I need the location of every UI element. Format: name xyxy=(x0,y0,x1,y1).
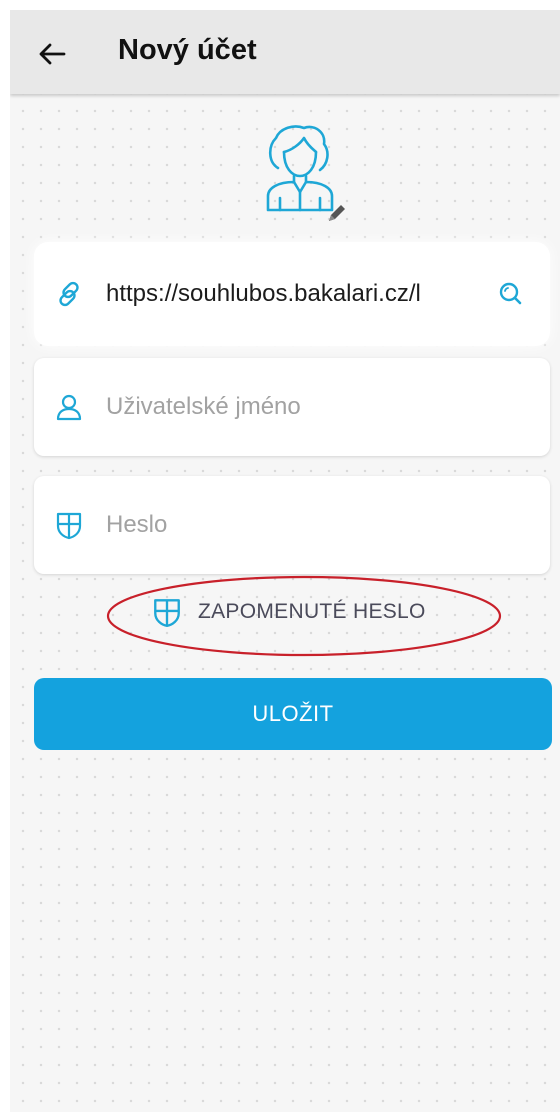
search-icon[interactable] xyxy=(496,280,524,308)
app-bar: Nový účet xyxy=(10,10,560,94)
forgot-password-link[interactable]: ZAPOMENUTÉ HESLO xyxy=(152,592,426,632)
save-button[interactable]: ULOŽIT xyxy=(34,678,552,750)
pencil-icon xyxy=(329,205,345,221)
password-placeholder[interactable]: Heslo xyxy=(106,511,167,539)
username-field[interactable]: Uživatelské jméno xyxy=(34,358,550,456)
back-button[interactable] xyxy=(36,38,68,70)
server-url-value[interactable]: https://souhlubos.bakalari.cz/l xyxy=(106,280,502,308)
link-icon xyxy=(54,279,84,309)
user-icon xyxy=(54,392,84,422)
password-field[interactable]: Heslo xyxy=(34,476,550,574)
username-placeholder[interactable]: Uživatelské jméno xyxy=(106,393,301,421)
server-url-field[interactable]: https://souhlubos.bakalari.cz/l xyxy=(34,242,550,346)
shield-icon xyxy=(154,599,180,628)
edit-avatar-button[interactable] xyxy=(324,200,350,226)
arrow-left-icon xyxy=(39,43,66,65)
forgot-password-label: ZAPOMENUTÉ HESLO xyxy=(198,600,426,623)
screen: Nový účet https://souhlubos.bakalari.cz/… xyxy=(10,10,560,1112)
shield-icon xyxy=(54,510,84,540)
page-title: Nový účet xyxy=(118,34,257,66)
